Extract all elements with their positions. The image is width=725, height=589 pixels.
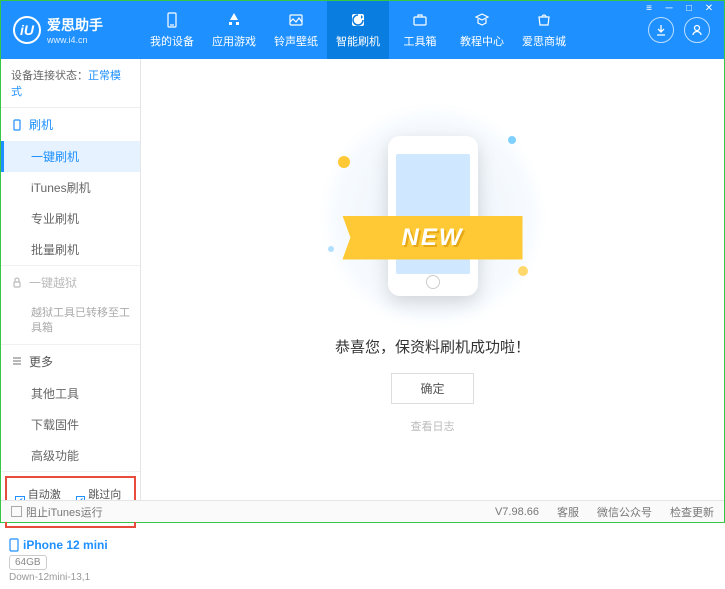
sidebar-jailbreak-header[interactable]: 一键越狱 <box>1 266 140 299</box>
phone-icon <box>163 11 181 29</box>
nav-toolbox[interactable]: 工具箱 <box>389 1 451 59</box>
logo-icon: iU <box>13 16 41 44</box>
nav-apps[interactable]: 应用游戏 <box>203 1 265 59</box>
app-url: www.i4.cn <box>47 35 103 45</box>
top-nav: 我的设备 应用游戏 铃声壁纸 智能刷机 工具箱 教程中心 爱思商城 <box>141 1 648 59</box>
lock-icon <box>11 277 23 289</box>
tutorial-icon <box>473 11 491 29</box>
new-ribbon: NEW <box>343 216 523 260</box>
check-update-link[interactable]: 检查更新 <box>670 504 714 520</box>
apps-icon <box>225 11 243 29</box>
sidebar-itunes-flash[interactable]: iTunes刷机 <box>1 172 140 203</box>
connected-device[interactable]: iPhone 12 mini 64GB Down-12mini-13,1 <box>1 532 140 589</box>
store-icon <box>535 11 553 29</box>
list-icon <box>11 355 23 367</box>
sidebar-oneclick-flash[interactable]: 一键刷机 <box>1 141 140 172</box>
checkbox-icon <box>11 506 22 517</box>
maximize-icon[interactable]: □ <box>680 3 698 15</box>
close-icon[interactable]: ✕ <box>700 3 718 15</box>
download-button[interactable] <box>648 17 674 43</box>
header: iU 爱思助手 www.i4.cn 我的设备 应用游戏 铃声壁纸 智能刷机 工具… <box>1 1 724 59</box>
app-title: 爱思助手 <box>47 15 103 35</box>
device-detail: Down-12mini-13,1 <box>9 572 132 583</box>
nav-flash[interactable]: 智能刷机 <box>327 1 389 59</box>
nav-tutorial[interactable]: 教程中心 <box>451 1 513 59</box>
window-controls: ≡ ─ □ ✕ <box>634 1 724 17</box>
nav-ringtone[interactable]: 铃声壁纸 <box>265 1 327 59</box>
phone-icon <box>11 119 23 131</box>
sidebar: 设备连接状态：正常模式 刷机 一键刷机 iTunes刷机 专业刷机 批量刷机 一… <box>1 59 141 500</box>
wallpaper-icon <box>287 11 305 29</box>
version-label: V7.98.66 <box>495 506 539 518</box>
block-itunes-checkbox[interactable]: 阻止iTunes运行 <box>11 504 103 520</box>
user-button[interactable] <box>684 17 710 43</box>
storage-badge: 64GB <box>9 555 47 570</box>
view-log-link[interactable]: 查看日志 <box>411 418 455 434</box>
wechat-link[interactable]: 微信公众号 <box>597 504 652 520</box>
menu-icon[interactable]: ≡ <box>640 3 658 15</box>
success-message: 恭喜您，保资料刷机成功啦！ <box>335 336 530 357</box>
sidebar-download-firmware[interactable]: 下载固件 <box>1 409 140 440</box>
device-status: 设备连接状态：正常模式 <box>1 59 140 108</box>
sidebar-jailbreak-note: 越狱工具已转移至工具箱 <box>1 299 140 344</box>
phone-icon <box>9 538 19 552</box>
sidebar-advanced[interactable]: 高级功能 <box>1 440 140 471</box>
minimize-icon[interactable]: ─ <box>660 3 678 15</box>
flash-icon <box>349 11 367 29</box>
main-content: NEW 恭喜您，保资料刷机成功啦！ 确定 查看日志 <box>141 59 724 500</box>
sidebar-other-tools[interactable]: 其他工具 <box>1 378 140 409</box>
nav-store[interactable]: 爱思商城 <box>513 1 575 59</box>
service-link[interactable]: 客服 <box>557 504 579 520</box>
sidebar-more-header[interactable]: 更多 <box>1 345 140 378</box>
toolbox-icon <box>411 11 429 29</box>
confirm-button[interactable]: 确定 <box>391 373 473 404</box>
footer: 阻止iTunes运行 V7.98.66 客服 微信公众号 检查更新 <box>1 500 724 522</box>
sidebar-batch-flash[interactable]: 批量刷机 <box>1 234 140 265</box>
logo[interactable]: iU 爱思助手 www.i4.cn <box>1 15 141 45</box>
sidebar-pro-flash[interactable]: 专业刷机 <box>1 203 140 234</box>
sidebar-flash-header[interactable]: 刷机 <box>1 108 140 141</box>
phone-illustration: NEW <box>358 126 508 306</box>
nav-my-device[interactable]: 我的设备 <box>141 1 203 59</box>
